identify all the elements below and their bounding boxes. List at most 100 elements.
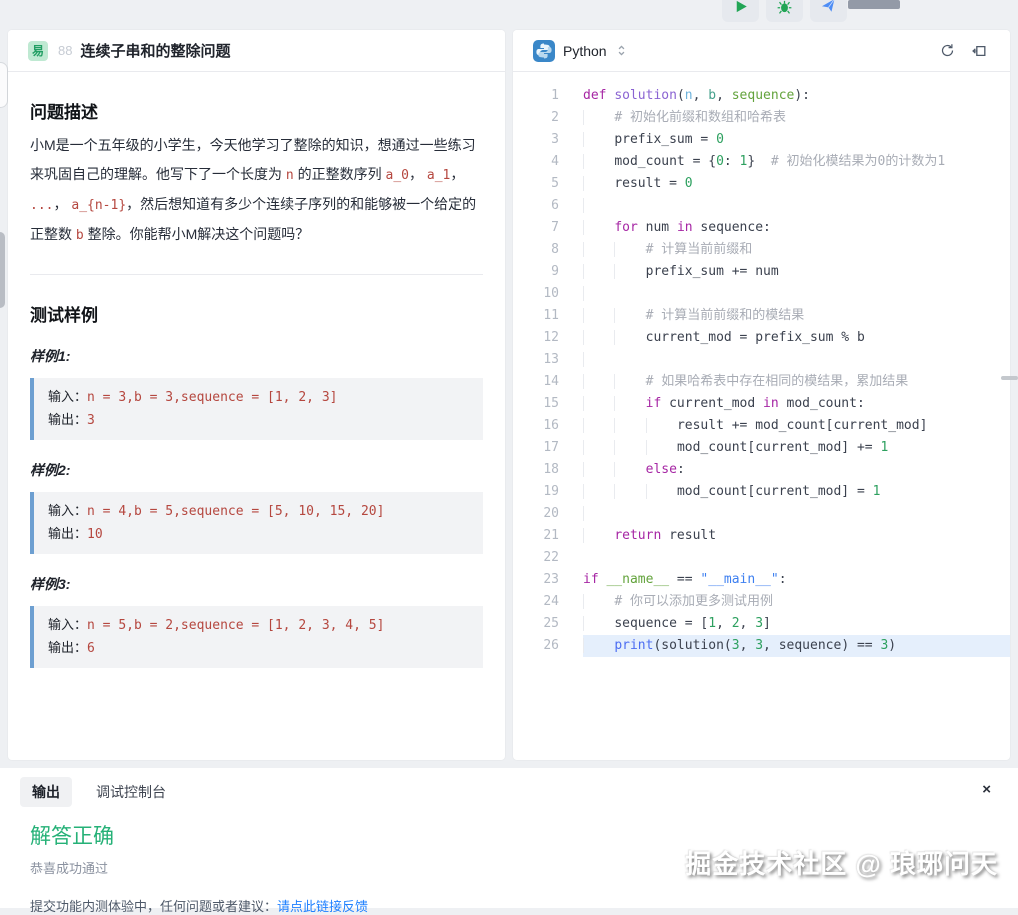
- code-text: mod_count = {0: 1} # 初始化模结果为0的计数为1: [583, 151, 1010, 173]
- reset-code-icon[interactable]: [936, 40, 958, 62]
- code-line[interactable]: 18 else:: [513, 459, 1010, 481]
- code-line[interactable]: 24 # 你可以添加更多测试用例: [513, 591, 1010, 613]
- problem-panel: 易 88 连续子串和的整除问题 问题描述 小M是一个五年级的小学生，今天他学习了…: [8, 30, 505, 760]
- code-line[interactable]: 10: [513, 283, 1010, 305]
- submit-button[interactable]: [810, 0, 847, 22]
- inline-code: a_0: [386, 168, 409, 183]
- code-line[interactable]: 20: [513, 503, 1010, 525]
- code-text: print(solution(3, 3, sequence) == 3): [583, 635, 1010, 657]
- scrollbar-handle[interactable]: [1001, 376, 1018, 380]
- problem-id: 88: [58, 43, 72, 58]
- sample-row: 输出：10: [48, 523, 469, 546]
- code-line[interactable]: 25 sequence = [1, 2, 3]: [513, 613, 1010, 635]
- code-line[interactable]: 6: [513, 195, 1010, 217]
- code-text: [583, 547, 1010, 569]
- code-text: result = 0: [583, 173, 1010, 195]
- code-line[interactable]: 2 # 初始化前缀和数组和哈希表: [513, 107, 1010, 129]
- code-text: # 计算当前前缀和: [583, 239, 1010, 261]
- problem-header: 易 88 连续子串和的整除问题: [8, 30, 505, 72]
- code-line[interactable]: 9 prefix_sum += num: [513, 261, 1010, 283]
- code-line[interactable]: 14 # 如果哈希表中存在相同的模结果，累加结果: [513, 371, 1010, 393]
- sample-label: 样例1:: [30, 346, 483, 366]
- cursor-tooltip-bar: [848, 0, 900, 9]
- description-heading: 问题描述: [30, 98, 483, 123]
- line-number: 14: [529, 371, 559, 393]
- line-number: 17: [529, 437, 559, 459]
- debug-button[interactable]: [766, 0, 803, 22]
- code-text: if current_mod in mod_count:: [583, 393, 1010, 415]
- code-text: [583, 503, 1010, 525]
- sample-row: 输入：n = 5,b = 2,sequence = [1, 2, 3, 4, 5…: [48, 614, 469, 637]
- code-text: # 计算当前前缀和的模结果: [583, 305, 1010, 327]
- line-number: 4: [529, 151, 559, 173]
- code-editor[interactable]: 1 def solution(n, b, sequence):2 # 初始化前缀和…: [513, 72, 1010, 657]
- line-number: 21: [529, 525, 559, 547]
- sidebar-collapse-button[interactable]: [0, 62, 8, 108]
- line-number: 12: [529, 327, 559, 349]
- tab-output[interactable]: 输出: [20, 777, 72, 807]
- line-number: 13: [529, 349, 559, 371]
- code-line[interactable]: 1 def solution(n, b, sequence):: [513, 85, 1010, 107]
- code-text: prefix_sum += num: [583, 261, 1010, 283]
- code-line[interactable]: 23if __name__ == "__main__":: [513, 569, 1010, 591]
- samples-container: 样例1:输入：n = 3,b = 3,sequence = [1, 2, 3]输…: [30, 346, 483, 668]
- code-text: current_mod = prefix_sum % b: [583, 327, 1010, 349]
- sample-label: 样例2:: [30, 460, 483, 480]
- feedback-link[interactable]: 请点此链接反馈: [277, 899, 368, 914]
- code-line[interactable]: 4 mod_count = {0: 1} # 初始化模结果为0的计数为1: [513, 151, 1010, 173]
- code-line[interactable]: 5 result = 0: [513, 173, 1010, 195]
- line-number: 16: [529, 415, 559, 437]
- beta-notice: 提交功能内测体验中，任何问题或者建议：请点此链接反馈: [30, 896, 1018, 915]
- line-number: 26: [529, 635, 559, 657]
- code-text: # 你可以添加更多测试用例: [583, 591, 1010, 613]
- close-icon[interactable]: ×: [982, 782, 991, 797]
- line-number: 7: [529, 217, 559, 239]
- code-text: for num in sequence:: [583, 217, 1010, 239]
- run-button[interactable]: [722, 0, 759, 22]
- line-number: 1: [529, 85, 559, 107]
- line-number: 6: [529, 195, 559, 217]
- code-line[interactable]: 19 mod_count[current_mod] = 1: [513, 481, 1010, 503]
- code-line[interactable]: 3 prefix_sum = 0: [513, 129, 1010, 151]
- language-selector[interactable]: Python: [533, 40, 628, 62]
- move-panel-icon[interactable]: [968, 40, 990, 62]
- left-drag-handle[interactable]: [0, 232, 5, 308]
- code-line[interactable]: 21 return result: [513, 525, 1010, 547]
- difficulty-badge: 易: [28, 41, 48, 61]
- code-text: # 初始化前缀和数组和哈希表: [583, 107, 1010, 129]
- code-line[interactable]: 11 # 计算当前前缀和的模结果: [513, 305, 1010, 327]
- code-line[interactable]: 17 mod_count[current_mod] += 1: [513, 437, 1010, 459]
- submit-plane-icon: [819, 0, 838, 20]
- problem-description: 小M是一个五年级的小学生，今天他学习了整除的知识，想通过一些练习来巩固自己的理解…: [30, 131, 483, 250]
- line-number: 20: [529, 503, 559, 525]
- code-line[interactable]: 7 for num in sequence:: [513, 217, 1010, 239]
- line-number: 11: [529, 305, 559, 327]
- code-text: def solution(n, b, sequence):: [583, 85, 1010, 107]
- line-number: 18: [529, 459, 559, 481]
- inline-code: b: [76, 228, 84, 243]
- inline-code: a_{n-1}: [71, 198, 126, 213]
- sample-block: 输入：n = 5,b = 2,sequence = [1, 2, 3, 4, 5…: [30, 606, 483, 668]
- line-number: 8: [529, 239, 559, 261]
- inline-code: a_1: [427, 168, 450, 183]
- language-label: Python: [563, 43, 607, 59]
- code-line[interactable]: 26 print(solution(3, 3, sequence) == 3): [513, 635, 1010, 657]
- code-line[interactable]: 13: [513, 349, 1010, 371]
- line-number: 25: [529, 613, 559, 635]
- tab-debug-console[interactable]: 调试控制台: [84, 777, 178, 807]
- chevron-sort-icon: [615, 44, 628, 57]
- line-number: 10: [529, 283, 559, 305]
- code-text: sequence = [1, 2, 3]: [583, 613, 1010, 635]
- inline-code: ...: [30, 198, 53, 213]
- code-line[interactable]: 12 current_mod = prefix_sum % b: [513, 327, 1010, 349]
- samples-heading: 测试样例: [30, 301, 483, 326]
- line-number: 19: [529, 481, 559, 503]
- code-line[interactable]: 15 if current_mod in mod_count:: [513, 393, 1010, 415]
- code-line[interactable]: 8 # 计算当前前缀和: [513, 239, 1010, 261]
- watermark: 掘金技术社区 @ 琅琊问天: [685, 844, 998, 881]
- code-text: mod_count[current_mod] += 1: [583, 437, 1010, 459]
- editor-header: Python: [513, 30, 1010, 72]
- line-number: 24: [529, 591, 559, 613]
- code-line[interactable]: 22: [513, 547, 1010, 569]
- code-line[interactable]: 16 result += mod_count[current_mod]: [513, 415, 1010, 437]
